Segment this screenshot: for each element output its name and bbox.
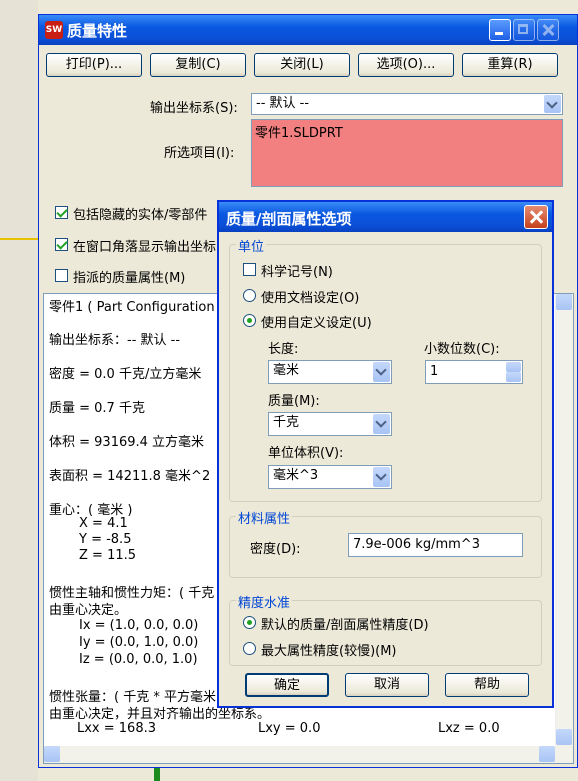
scroll-right-icon[interactable] (539, 746, 555, 762)
selected-items-list[interactable]: 零件1.SLDPRT (251, 119, 563, 187)
section-properties-options-dialog: 质量/剖面属性选项 单位 科学记号(N) 使用文档设定(O) 使用自定义设定(U… (217, 200, 554, 708)
ok-button[interactable]: 确定 (245, 673, 329, 697)
use-doc-label: 使用文档设定(O) (261, 291, 360, 306)
density-field[interactable]: 7.9e-006 kg/mm^3 (348, 533, 523, 557)
vertical-scrollbar[interactable] (555, 294, 573, 763)
result-line: Lxx = 168.3 (77, 721, 157, 736)
result-line: Lxz = 0.0 (438, 721, 500, 736)
result-line: 密度 = 0.0 千克/立方毫米 (49, 367, 202, 382)
result-line: 输出坐标系：-- 默认 -- (49, 333, 181, 348)
show-output-coord-checkbox[interactable] (55, 238, 68, 251)
list-item[interactable]: 零件1.SLDPRT (255, 122, 559, 141)
horizontal-scrollbar[interactable] (44, 746, 573, 763)
result-line: X = 4.1 (79, 516, 128, 531)
window-title: 质量特性 (67, 22, 128, 40)
mass-label: 质量(M): (268, 394, 320, 409)
scientific-label: 科学记号(N) (261, 265, 333, 280)
result-line: Ix = (1.0, 0.0, 0.0) (79, 618, 199, 633)
assigned-mass-label: 指派的质量属性(M) (73, 271, 186, 286)
output-coord-select[interactable]: -- 默认 -- (251, 93, 563, 115)
recalc-button[interactable]: 重算(R) (462, 53, 558, 77)
print-button[interactable]: 打印(P)... (46, 53, 142, 77)
chevron-down-icon[interactable] (373, 414, 390, 434)
result-line: 体积 = 93169.4 立方毫米 (49, 435, 205, 450)
background-marker (154, 766, 160, 781)
result-line: Iz = (0.0, 0.0, 1.0) (79, 652, 198, 667)
volume-select[interactable]: 毫米^3 (268, 465, 392, 489)
include-hidden-checkbox[interactable] (55, 206, 68, 219)
scroll-down-icon[interactable] (556, 729, 572, 745)
result-line: 由重心决定。 (49, 603, 128, 618)
spin-up-icon[interactable] (506, 362, 521, 372)
decimals-stepper[interactable]: 1 (425, 360, 523, 384)
decimals-value: 1 (430, 364, 439, 379)
background-panel (0, 0, 38, 781)
include-hidden-label: 包括隐藏的实体/零部件 (73, 208, 208, 223)
scroll-left-icon[interactable] (44, 746, 60, 762)
volume-value: 毫米^3 (273, 468, 319, 483)
material-group-title: 材料属性 (236, 508, 293, 527)
max-accuracy-radio[interactable] (243, 642, 256, 655)
length-select[interactable]: 毫米 (268, 360, 392, 384)
options-button[interactable]: 选项(O)... (358, 53, 454, 77)
solidworks-icon: SW (45, 21, 63, 39)
decimals-label: 小数位数(C): (424, 342, 500, 357)
mass-select[interactable]: 千克 (268, 412, 392, 436)
output-coord-label: 输出坐标系(S): (150, 101, 238, 116)
chevron-down-icon[interactable] (544, 95, 561, 113)
show-output-coord-label: 在窗口角落显示输出坐标 (73, 240, 217, 255)
use-doc-radio[interactable] (243, 289, 256, 302)
length-label: 长度: (268, 342, 299, 357)
dialog-title: 质量/剖面属性选项 (226, 210, 352, 228)
close-icon[interactable] (524, 205, 548, 229)
result-line: 表面积 = 14211.8 毫米^2 (49, 469, 211, 484)
result-line: Iy = (0.0, 1.0, 0.0) (79, 635, 199, 650)
close-button[interactable]: 关闭(L) (254, 53, 350, 77)
default-accuracy-label: 默认的质量/剖面属性精度(D) (261, 618, 429, 633)
copy-button[interactable]: 复制(C) (150, 53, 246, 77)
default-accuracy-radio[interactable] (243, 616, 256, 629)
accuracy-group-title: 精度水准 (236, 592, 293, 611)
max-accuracy-label: 最大属性精度(较慢)(M) (261, 644, 397, 659)
window-titlebar[interactable]: SW 质量特性 (39, 15, 577, 45)
volume-label: 单位体积(V): (268, 446, 344, 461)
assigned-mass-checkbox[interactable] (55, 269, 68, 282)
density-label: 密度(D): (250, 542, 301, 557)
spin-down-icon[interactable] (506, 372, 521, 382)
result-line: Z = 11.5 (79, 548, 137, 563)
minimize-button[interactable] (489, 19, 511, 41)
chevron-down-icon[interactable] (373, 467, 390, 487)
close-window-button[interactable] (537, 19, 559, 41)
result-line: Lxy = 0.0 (258, 721, 321, 736)
chevron-down-icon[interactable] (373, 362, 390, 382)
selected-items-label: 所选项目(I): (164, 146, 235, 161)
background-line (0, 238, 38, 240)
scroll-up-icon[interactable] (556, 294, 572, 310)
use-custom-radio[interactable] (243, 314, 256, 327)
units-group-title: 单位 (236, 236, 267, 255)
help-button[interactable]: 帮助 (445, 673, 529, 697)
dialog-titlebar[interactable]: 质量/剖面属性选项 (219, 202, 552, 232)
output-coord-value: -- 默认 -- (256, 96, 310, 111)
scientific-checkbox[interactable] (243, 263, 256, 276)
mass-value: 千克 (273, 415, 300, 430)
cancel-button[interactable]: 取消 (345, 673, 429, 697)
use-custom-label: 使用自定义设定(U) (261, 316, 372, 331)
result-line: Y = -8.5 (79, 532, 132, 547)
maximize-button[interactable] (513, 19, 535, 41)
result-line: 零件1 ( Part Configuration - (49, 300, 224, 315)
length-value: 毫米 (273, 363, 300, 378)
result-line: 质量 = 0.7 千克 (49, 401, 145, 416)
